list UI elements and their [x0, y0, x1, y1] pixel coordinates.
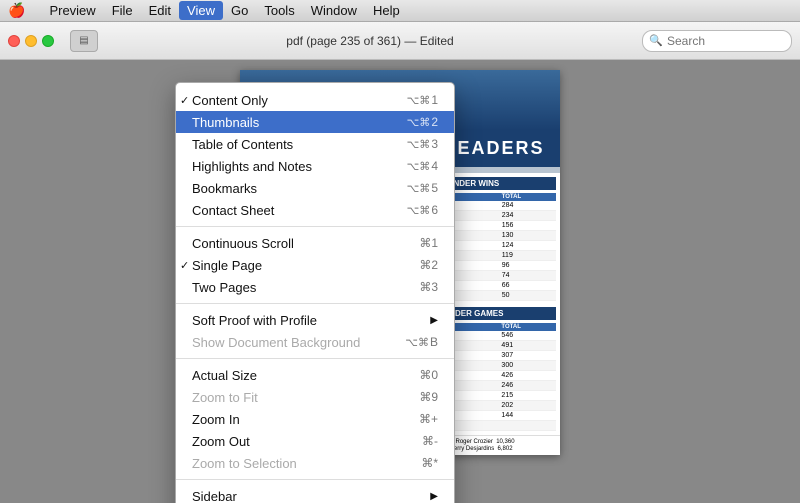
minimize-button[interactable]	[25, 35, 37, 47]
menu-bar: 🍎 Preview File Edit View Go Tools Window…	[0, 0, 800, 22]
menu-item-contact-sheet[interactable]: Contact Sheet ⌥⌘6	[176, 199, 454, 221]
search-input[interactable]	[642, 30, 792, 52]
menu-label: Continuous Scroll	[192, 236, 294, 251]
menu-view[interactable]: View	[179, 1, 223, 20]
menu-item-actual-size[interactable]: Actual Size ⌘0	[176, 364, 454, 386]
menu-item-sidebar[interactable]: Sidebar ▶	[176, 485, 454, 503]
shortcut-label: ⌥⌘5	[407, 181, 438, 195]
submenu-arrow-icon: ▶	[430, 491, 438, 502]
menu-go[interactable]: Go	[223, 1, 256, 20]
menu-bar-items: Preview File Edit View Go Tools Window H…	[41, 1, 407, 20]
separator	[176, 358, 454, 359]
submenu-arrow-icon: ▶	[430, 315, 438, 326]
menu-section-scroll: Continuous Scroll ⌘1 ✓ Single Page ⌘2 Tw…	[176, 230, 454, 300]
apple-menu[interactable]: 🍎	[8, 2, 25, 19]
menu-item-soft-proof[interactable]: Soft Proof with Profile ▶	[176, 309, 454, 331]
menu-item-zoom-in[interactable]: Zoom In ⌘+	[176, 408, 454, 430]
shortcut-label: ⌥⌘6	[407, 203, 438, 217]
traffic-lights	[8, 35, 54, 47]
menu-label: Two Pages	[192, 280, 256, 295]
view-menu-dropdown: ✓ Content Only ⌥⌘1 Thumbnails ⌥⌘2 Table …	[175, 82, 455, 503]
menu-label: Bookmarks	[192, 181, 257, 196]
menu-item-thumbnails[interactable]: Thumbnails ⌥⌘2	[176, 111, 454, 133]
menu-label: Contact Sheet	[192, 203, 274, 218]
menu-window[interactable]: Window	[303, 1, 365, 20]
shortcut-label: ⌘0	[419, 368, 438, 382]
menu-item-two-pages[interactable]: Two Pages ⌘3	[176, 276, 454, 298]
shortcut-label: ⌥⌘4	[407, 159, 438, 173]
menu-label: Single Page	[192, 258, 262, 273]
menu-label: Zoom Out	[192, 434, 250, 449]
shortcut-label: ⌥⌘B	[405, 335, 438, 349]
search-icon: 🔍	[649, 34, 663, 47]
menu-tools[interactable]: Tools	[256, 1, 302, 20]
col-total: TOTAL	[500, 193, 556, 201]
menu-label: Soft Proof with Profile	[192, 313, 317, 328]
menu-section-zoom: Actual Size ⌘0 Zoom to Fit ⌘9 Zoom In ⌘+…	[176, 362, 454, 476]
checkmark-icon: ✓	[180, 259, 189, 272]
separator	[176, 303, 454, 304]
menu-label: Highlights and Notes	[192, 159, 312, 174]
menu-section-view-modes: ✓ Content Only ⌥⌘1 Thumbnails ⌥⌘2 Table …	[176, 87, 454, 223]
menu-item-content-only[interactable]: ✓ Content Only ⌥⌘1	[176, 89, 454, 111]
shortcut-label: ⌘2	[419, 258, 438, 272]
menu-item-zoom-out[interactable]: Zoom Out ⌘-	[176, 430, 454, 452]
menu-label: Content Only	[192, 93, 268, 108]
menu-item-zoom-fit: Zoom to Fit ⌘9	[176, 386, 454, 408]
shortcut-label: ⌥⌘3	[407, 137, 438, 151]
separator	[176, 479, 454, 480]
shortcut-label: ⌘+	[419, 412, 438, 426]
menu-help[interactable]: Help	[365, 1, 408, 20]
menu-label: Table of Contents	[192, 137, 293, 152]
shortcut-label: ⌘9	[419, 390, 438, 404]
menu-item-zoom-selection: Zoom to Selection ⌘*	[176, 452, 454, 474]
shortcut-label: ⌥⌘1	[407, 93, 438, 107]
search-wrapper: 🔍	[642, 30, 792, 52]
window-toolbar: ▤ pdf (page 235 of 361) — Edited 🔍	[0, 22, 800, 60]
maximize-button[interactable]	[42, 35, 54, 47]
shortcut-label: ⌘-	[422, 434, 438, 448]
main-content: ⚓ SABRES CAREER LEADERS PLAY TAL Gilber1…	[0, 60, 800, 503]
menu-preview[interactable]: Preview	[41, 1, 103, 20]
shortcut-label: ⌘1	[419, 236, 438, 250]
menu-section-proof: Soft Proof with Profile ▶ Show Document …	[176, 307, 454, 355]
menu-label: Sidebar	[192, 489, 237, 503]
checkmark-icon: ✓	[180, 94, 189, 107]
menu-label: Zoom In	[192, 412, 240, 427]
shortcut-label: ⌥⌘2	[407, 115, 438, 129]
menu-item-continuous-scroll[interactable]: Continuous Scroll ⌘1	[176, 232, 454, 254]
menu-item-show-doc-bg: Show Document Background ⌥⌘B	[176, 331, 454, 353]
menu-item-toc[interactable]: Table of Contents ⌥⌘3	[176, 133, 454, 155]
menu-label: Show Document Background	[192, 335, 360, 350]
menu-item-single-page[interactable]: ✓ Single Page ⌘2	[176, 254, 454, 276]
close-button[interactable]	[8, 35, 20, 47]
menu-label: Zoom to Selection	[192, 456, 297, 471]
sidebar-toggle-button[interactable]: ▤	[70, 30, 98, 52]
menu-item-highlights[interactable]: Highlights and Notes ⌥⌘4	[176, 155, 454, 177]
menu-label: Actual Size	[192, 368, 257, 383]
shortcut-label: ⌘*	[421, 456, 438, 470]
menu-label: Thumbnails	[192, 115, 259, 130]
shortcut-label: ⌘3	[419, 280, 438, 294]
menu-label: Zoom to Fit	[192, 390, 258, 405]
separator	[176, 226, 454, 227]
app-window: ▤ pdf (page 235 of 361) — Edited 🔍 ⚓ SAB…	[0, 22, 800, 503]
menu-edit[interactable]: Edit	[141, 1, 179, 20]
col-total2: TOTAL	[499, 323, 556, 331]
menu-section-toolbar: Sidebar ▶ Show Markup Toolbar ⇧⌘A Hide T…	[176, 483, 454, 503]
menu-item-bookmarks[interactable]: Bookmarks ⌥⌘5	[176, 177, 454, 199]
menu-file[interactable]: File	[104, 1, 141, 20]
window-title: pdf (page 235 of 361) — Edited	[106, 34, 634, 48]
